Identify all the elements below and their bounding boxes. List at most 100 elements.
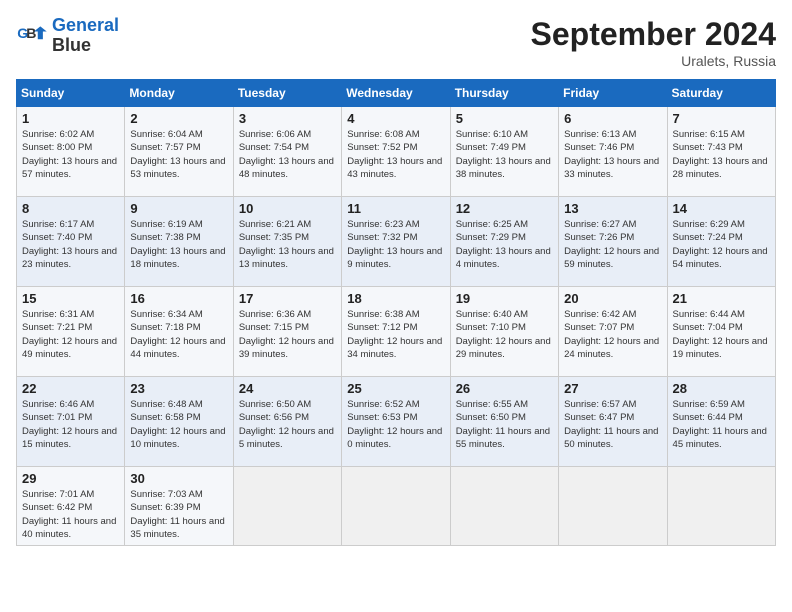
day-info: Sunrise: 6:55 AM Sunset: 6:50 PM Dayligh…	[456, 398, 553, 451]
day-cell: 5 Sunrise: 6:10 AM Sunset: 7:49 PM Dayli…	[450, 107, 558, 197]
day-cell: 1 Sunrise: 6:02 AM Sunset: 8:00 PM Dayli…	[17, 107, 125, 197]
day-cell: 2 Sunrise: 6:04 AM Sunset: 7:57 PM Dayli…	[125, 107, 233, 197]
day-info: Sunrise: 6:48 AM Sunset: 6:58 PM Dayligh…	[130, 398, 227, 451]
day-cell: 26 Sunrise: 6:55 AM Sunset: 6:50 PM Dayl…	[450, 377, 558, 467]
day-cell: 19 Sunrise: 6:40 AM Sunset: 7:10 PM Dayl…	[450, 287, 558, 377]
calendar-row: 8 Sunrise: 6:17 AM Sunset: 7:40 PM Dayli…	[17, 197, 776, 287]
day-info: Sunrise: 6:40 AM Sunset: 7:10 PM Dayligh…	[456, 308, 553, 361]
day-info: Sunrise: 7:01 AM Sunset: 6:42 PM Dayligh…	[22, 488, 119, 541]
day-info: Sunrise: 6:44 AM Sunset: 7:04 PM Dayligh…	[673, 308, 770, 361]
logo-line1: General	[52, 15, 119, 35]
day-info: Sunrise: 7:03 AM Sunset: 6:39 PM Dayligh…	[130, 488, 227, 541]
day-cell: 11 Sunrise: 6:23 AM Sunset: 7:32 PM Dayl…	[342, 197, 450, 287]
day-number: 22	[22, 381, 119, 396]
day-number: 16	[130, 291, 227, 306]
day-number: 25	[347, 381, 444, 396]
day-info: Sunrise: 6:57 AM Sunset: 6:47 PM Dayligh…	[564, 398, 661, 451]
day-number: 15	[22, 291, 119, 306]
day-number: 21	[673, 291, 770, 306]
day-info: Sunrise: 6:19 AM Sunset: 7:38 PM Dayligh…	[130, 218, 227, 271]
day-cell: 12 Sunrise: 6:25 AM Sunset: 7:29 PM Dayl…	[450, 197, 558, 287]
day-number: 19	[456, 291, 553, 306]
day-number: 4	[347, 111, 444, 126]
day-number: 9	[130, 201, 227, 216]
day-info: Sunrise: 6:29 AM Sunset: 7:24 PM Dayligh…	[673, 218, 770, 271]
col-sunday: Sunday	[17, 80, 125, 107]
day-cell: 6 Sunrise: 6:13 AM Sunset: 7:46 PM Dayli…	[559, 107, 667, 197]
day-number: 12	[456, 201, 553, 216]
day-cell: 15 Sunrise: 6:31 AM Sunset: 7:21 PM Dayl…	[17, 287, 125, 377]
day-cell: 4 Sunrise: 6:08 AM Sunset: 7:52 PM Dayli…	[342, 107, 450, 197]
day-number: 20	[564, 291, 661, 306]
day-cell: 17 Sunrise: 6:36 AM Sunset: 7:15 PM Dayl…	[233, 287, 341, 377]
day-number: 29	[22, 471, 119, 486]
calendar-header: Sunday Monday Tuesday Wednesday Thursday…	[17, 80, 776, 107]
day-cell: 9 Sunrise: 6:19 AM Sunset: 7:38 PM Dayli…	[125, 197, 233, 287]
day-number: 27	[564, 381, 661, 396]
empty-cell	[450, 467, 558, 546]
day-cell: 28 Sunrise: 6:59 AM Sunset: 6:44 PM Dayl…	[667, 377, 775, 467]
day-cell: 7 Sunrise: 6:15 AM Sunset: 7:43 PM Dayli…	[667, 107, 775, 197]
day-info: Sunrise: 6:23 AM Sunset: 7:32 PM Dayligh…	[347, 218, 444, 271]
day-number: 2	[130, 111, 227, 126]
svg-text:B: B	[26, 25, 36, 41]
day-info: Sunrise: 6:34 AM Sunset: 7:18 PM Dayligh…	[130, 308, 227, 361]
day-cell: 24 Sunrise: 6:50 AM Sunset: 6:56 PM Dayl…	[233, 377, 341, 467]
day-info: Sunrise: 6:50 AM Sunset: 6:56 PM Dayligh…	[239, 398, 336, 451]
day-number: 7	[673, 111, 770, 126]
col-thursday: Thursday	[450, 80, 558, 107]
day-info: Sunrise: 6:17 AM Sunset: 7:40 PM Dayligh…	[22, 218, 119, 271]
day-number: 8	[22, 201, 119, 216]
day-number: 6	[564, 111, 661, 126]
day-info: Sunrise: 6:02 AM Sunset: 8:00 PM Dayligh…	[22, 128, 119, 181]
logo-line2: Blue	[52, 36, 119, 56]
logo: G B General Blue	[16, 16, 119, 56]
day-number: 13	[564, 201, 661, 216]
day-cell: 27 Sunrise: 6:57 AM Sunset: 6:47 PM Dayl…	[559, 377, 667, 467]
day-info: Sunrise: 6:08 AM Sunset: 7:52 PM Dayligh…	[347, 128, 444, 181]
day-info: Sunrise: 6:38 AM Sunset: 7:12 PM Dayligh…	[347, 308, 444, 361]
day-cell: 10 Sunrise: 6:21 AM Sunset: 7:35 PM Dayl…	[233, 197, 341, 287]
day-cell: 29 Sunrise: 7:01 AM Sunset: 6:42 PM Dayl…	[17, 467, 125, 546]
day-cell: 8 Sunrise: 6:17 AM Sunset: 7:40 PM Dayli…	[17, 197, 125, 287]
calendar-body: 1 Sunrise: 6:02 AM Sunset: 8:00 PM Dayli…	[17, 107, 776, 546]
calendar-row: 29 Sunrise: 7:01 AM Sunset: 6:42 PM Dayl…	[17, 467, 776, 546]
day-cell: 18 Sunrise: 6:38 AM Sunset: 7:12 PM Dayl…	[342, 287, 450, 377]
day-info: Sunrise: 6:06 AM Sunset: 7:54 PM Dayligh…	[239, 128, 336, 181]
month-title: September 2024	[531, 16, 776, 53]
day-number: 1	[22, 111, 119, 126]
empty-cell	[559, 467, 667, 546]
header-row: Sunday Monday Tuesday Wednesday Thursday…	[17, 80, 776, 107]
day-info: Sunrise: 6:15 AM Sunset: 7:43 PM Dayligh…	[673, 128, 770, 181]
day-number: 17	[239, 291, 336, 306]
calendar-row: 22 Sunrise: 6:46 AM Sunset: 7:01 PM Dayl…	[17, 377, 776, 467]
day-cell: 30 Sunrise: 7:03 AM Sunset: 6:39 PM Dayl…	[125, 467, 233, 546]
day-info: Sunrise: 6:31 AM Sunset: 7:21 PM Dayligh…	[22, 308, 119, 361]
logo-icon: G B	[16, 20, 48, 52]
day-info: Sunrise: 6:59 AM Sunset: 6:44 PM Dayligh…	[673, 398, 770, 451]
day-number: 11	[347, 201, 444, 216]
logo-text: General Blue	[52, 16, 119, 56]
col-tuesday: Tuesday	[233, 80, 341, 107]
day-info: Sunrise: 6:36 AM Sunset: 7:15 PM Dayligh…	[239, 308, 336, 361]
day-number: 24	[239, 381, 336, 396]
day-info: Sunrise: 6:52 AM Sunset: 6:53 PM Dayligh…	[347, 398, 444, 451]
day-info: Sunrise: 6:04 AM Sunset: 7:57 PM Dayligh…	[130, 128, 227, 181]
col-wednesday: Wednesday	[342, 80, 450, 107]
day-cell: 21 Sunrise: 6:44 AM Sunset: 7:04 PM Dayl…	[667, 287, 775, 377]
day-number: 30	[130, 471, 227, 486]
day-info: Sunrise: 6:25 AM Sunset: 7:29 PM Dayligh…	[456, 218, 553, 271]
empty-cell	[667, 467, 775, 546]
calendar-row: 1 Sunrise: 6:02 AM Sunset: 8:00 PM Dayli…	[17, 107, 776, 197]
day-cell: 16 Sunrise: 6:34 AM Sunset: 7:18 PM Dayl…	[125, 287, 233, 377]
day-info: Sunrise: 6:27 AM Sunset: 7:26 PM Dayligh…	[564, 218, 661, 271]
day-number: 18	[347, 291, 444, 306]
day-number: 26	[456, 381, 553, 396]
day-info: Sunrise: 6:42 AM Sunset: 7:07 PM Dayligh…	[564, 308, 661, 361]
day-info: Sunrise: 6:21 AM Sunset: 7:35 PM Dayligh…	[239, 218, 336, 271]
page-header: G B General Blue September 2024 Uralets,…	[16, 16, 776, 69]
day-number: 5	[456, 111, 553, 126]
calendar-row: 15 Sunrise: 6:31 AM Sunset: 7:21 PM Dayl…	[17, 287, 776, 377]
empty-cell	[233, 467, 341, 546]
day-number: 3	[239, 111, 336, 126]
